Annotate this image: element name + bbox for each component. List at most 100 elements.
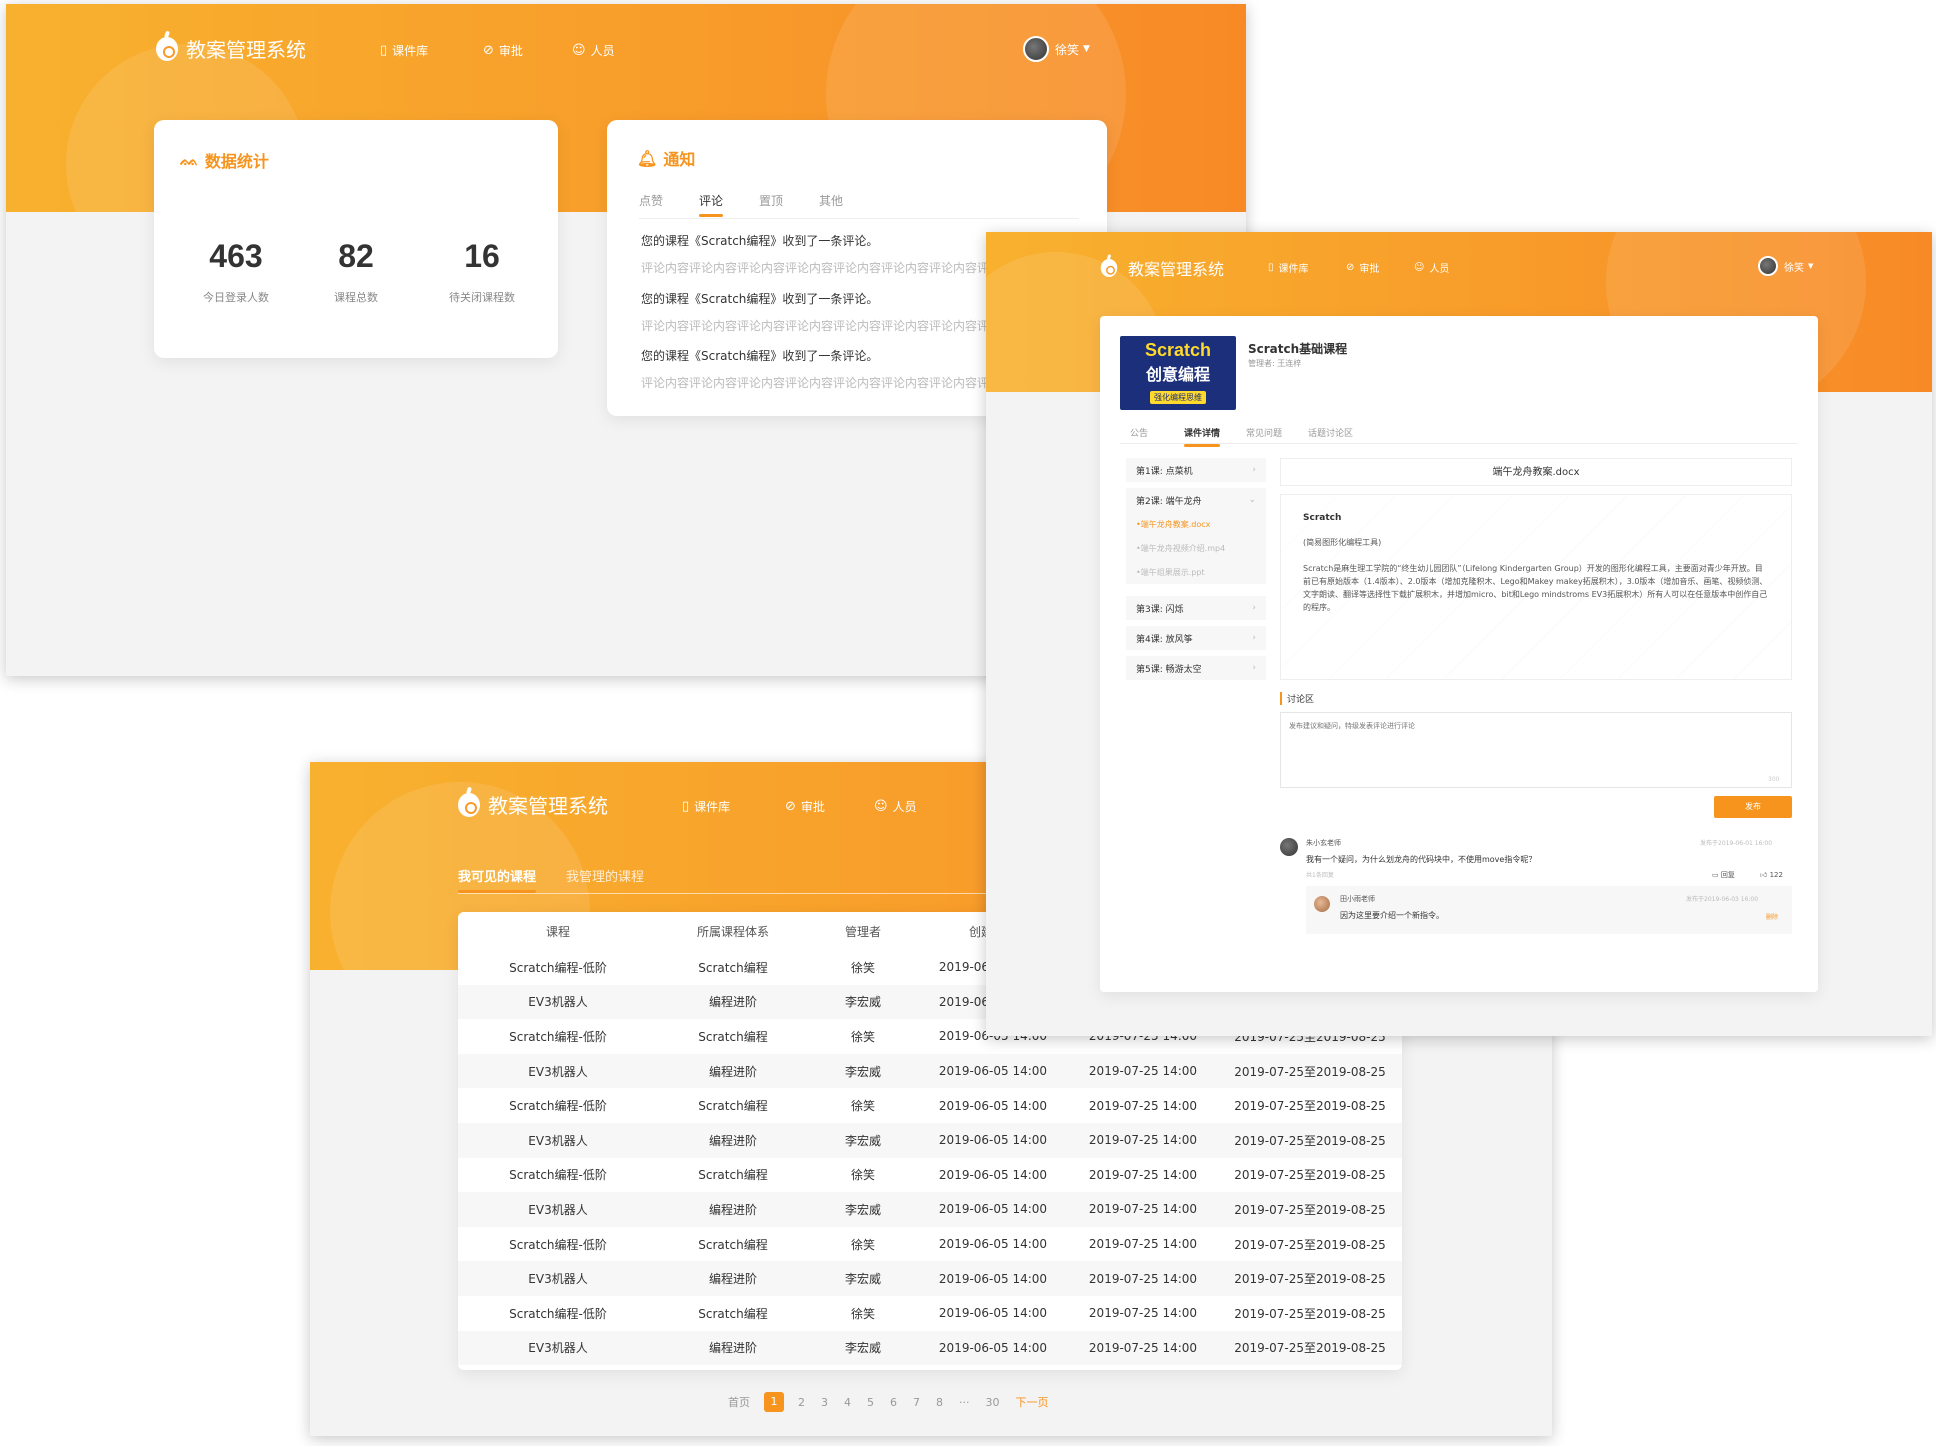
table-row[interactable]: EV3机器人编程进阶李宏威2019-06-05 14:002019-07-25 … (458, 1053, 1402, 1089)
nav-approval[interactable]: ⊘ 审批 (785, 798, 825, 815)
user-menu[interactable]: 徐笑 ▼ (1758, 256, 1813, 276)
page-first[interactable]: 首页 (728, 1394, 750, 1410)
nav-approval[interactable]: ⊘ 审批 (483, 42, 523, 59)
notice-item[interactable]: 您的课程《Scratch编程》收到了一条评论。 评论内容评论内容评论内容评论内容… (641, 290, 1001, 334)
table-cell: 编程进阶 (658, 1330, 808, 1366)
page-2[interactable]: 2 (798, 1396, 805, 1409)
table-row[interactable]: Scratch编程-低阶 Scratch编程 徐笑 2019-06-05 14:00 2… (458, 1296, 1402, 1331)
table-cell: 2019-07-25 14:00 (1068, 1053, 1218, 1089)
nav-approval[interactable]: ⊘ 审批 (1346, 260, 1379, 275)
table-row[interactable]: EV3机器人编程进阶李宏威2019-06-05 14:002019-07-25 … (458, 1330, 1402, 1366)
course-manager: 管理者: 王连梓 (1248, 359, 1302, 368)
page-4[interactable]: 4 (844, 1396, 851, 1409)
file-icon: ▯ (380, 43, 388, 58)
page-ellipsis: ··· (959, 1395, 970, 1409)
discussion-input[interactable] (1280, 712, 1792, 788)
app-title: 教案管理系统 (1128, 260, 1225, 279)
comment-expand[interactable]: 共1条回复 (1306, 870, 1334, 879)
chevron-right-icon: › (1252, 603, 1256, 613)
table-cell: 李宏威 (808, 1122, 918, 1158)
nav-people[interactable]: ☺ 人员 (572, 42, 615, 59)
lesson-item[interactable]: 第2课: 端午龙舟 ⌄ (1126, 488, 1266, 512)
lesson-file[interactable]: • 端午组果展示.ppt (1126, 560, 1266, 584)
tab-visible-courses[interactable]: 我可见的课程 (458, 866, 537, 893)
reply-box: 田小雨老师 发布于2019-06-03 16:00 因为这里要介绍一个新指令。 … (1306, 886, 1792, 934)
nav-courseware[interactable]: ▯ 课件库 (1268, 260, 1309, 275)
logo-icon (1100, 259, 1118, 277)
reply-text: 因为这里要介绍一个新指令。 (1340, 911, 1444, 920)
app-logo[interactable]: 教案管理系统 (156, 34, 306, 63)
like-button[interactable]: 👍︎ 122 (1760, 870, 1783, 879)
check-circle-icon: ⊘ (483, 43, 494, 58)
user-icon: ☺ (874, 799, 888, 814)
app-logo[interactable]: 教案管理系统 (458, 790, 608, 819)
table-cell: 李宏威 (808, 1192, 918, 1227)
page-8[interactable]: 8 (936, 1396, 943, 1409)
tab-likes[interactable]: 点赞 (639, 192, 663, 217)
table-cell: 2019-07-25至2019-08-25 (1234, 1168, 1386, 1183)
table-cell: Scratch编程-低阶 (509, 1029, 607, 1044)
nav-courseware[interactable]: ▯ 课件库 (380, 42, 428, 59)
page-3[interactable]: 3 (821, 1396, 828, 1409)
table-cell: 2019-06-05 14:00 (938, 1237, 1048, 1252)
avatar (1023, 36, 1049, 62)
table-cell: Scratch编程-低阶 (509, 1168, 607, 1183)
lesson-item[interactable]: 第5课: 畅游太空 › (1126, 656, 1266, 680)
nav-people[interactable]: ☺ 人员 (1414, 260, 1449, 275)
lesson-item[interactable]: 第4课: 放风筝 › (1126, 626, 1266, 650)
table-cell: Scratch编程 (698, 1099, 768, 1114)
table-row[interactable]: EV3机器人编程进阶李宏威2019-06-05 14:002019-07-25 … (458, 1261, 1402, 1296)
page-5[interactable]: 5 (867, 1396, 874, 1409)
table-cell: 2019-07-25至2019-08-25 (1218, 1330, 1402, 1366)
stat-pending-close: 16 待关闭课程数 (449, 238, 515, 304)
table-row[interactable]: Scratch编程-低阶 Scratch编程 徐笑 2019-06-05 14:00 2… (458, 1088, 1402, 1123)
table-cell: 2019-07-25 14:00 (1088, 1237, 1198, 1252)
tab-comments[interactable]: 评论 (699, 192, 724, 217)
delete-link[interactable]: 删除 (1766, 912, 1778, 921)
logo-icon (458, 792, 480, 817)
tab-other[interactable]: 其他 (819, 192, 843, 217)
lesson-item[interactable]: 第3课: 闪烁 › (1126, 596, 1266, 620)
table-cell: 2019-06-05 14:00 (918, 1330, 1068, 1366)
reply-link[interactable]: ▭ 回复 (1712, 870, 1735, 880)
comment-user: 朱小玄老师 (1306, 839, 1341, 847)
stats-title: ᨐ 数据统计 (180, 150, 269, 171)
table-cell: Scratch编程-低阶 (509, 1306, 607, 1321)
table-cell: 徐笑 (850, 1237, 875, 1252)
tab-pinned[interactable]: 置顶 (759, 192, 783, 217)
tab-managed-courses[interactable]: 我管理的课程 (566, 866, 644, 893)
table-row[interactable]: EV3机器人编程进阶李宏威2019-06-05 14:002019-07-25 … (458, 1122, 1402, 1158)
nav-people[interactable]: ☺ 人员 (874, 798, 917, 815)
table-row[interactable]: EV3机器人编程进阶李宏威2019-06-05 14:002019-07-25 … (458, 1192, 1402, 1227)
app-logo[interactable]: 教案管理系统 (1098, 256, 1224, 280)
bell-icon: 🔔︎ (637, 148, 658, 168)
table-cell: Scratch编程 (698, 1237, 768, 1252)
lesson-file[interactable]: • 端午龙舟视频介绍.mp4 (1126, 536, 1266, 560)
table-cell: 2019-07-25 14:00 (1088, 1098, 1198, 1113)
lesson-item[interactable]: 第1课: 点菜机 › (1126, 458, 1266, 482)
page-30[interactable]: 30 (986, 1396, 1000, 1409)
publish-button[interactable]: 发布 (1714, 796, 1792, 818)
avatar (1758, 256, 1778, 276)
table-row[interactable]: Scratch编程-低阶 Scratch编程 徐笑 2019-06-05 14:00 2… (458, 1158, 1402, 1193)
page-6[interactable]: 6 (890, 1396, 897, 1409)
page-7[interactable]: 7 (913, 1396, 920, 1409)
table-row[interactable]: Scratch编程-低阶 Scratch编程 徐笑 2019-06-05 14:00 2… (458, 1227, 1402, 1262)
document-preview[interactable]: Scratch (简易图形化编程工具) Scratch是麻生理工学院的“终生幼儿… (1280, 494, 1792, 680)
comment-icon: ▭ (1712, 871, 1719, 879)
col-system: 所属课程体系 (658, 912, 808, 950)
table-cell: 徐笑 (850, 960, 875, 975)
chevron-right-icon: › (1252, 465, 1256, 475)
file-icon: ▯ (1268, 262, 1274, 273)
table-cell: 李宏威 (808, 1261, 918, 1296)
page-next[interactable]: 下一页 (1016, 1394, 1049, 1410)
notice-title: 🔔︎ 通知 (637, 148, 696, 170)
user-menu[interactable]: 徐笑 ▼ (1023, 36, 1090, 62)
notice-item[interactable]: 您的课程《Scratch编程》收到了一条评论。 评论内容评论内容评论内容评论内容… (641, 232, 1001, 276)
page-1[interactable]: 1 (764, 1392, 784, 1412)
col-manager: 管理者 (808, 912, 918, 950)
notice-item[interactable]: 您的课程《Scratch编程》收到了一条评论。 评论内容评论内容评论内容评论内容… (641, 347, 1001, 391)
nav-courseware[interactable]: ▯ 课件库 (682, 798, 730, 815)
lesson-file[interactable]: • 端午龙舟教案.docx (1126, 512, 1266, 536)
char-counter: 300 (1768, 776, 1780, 783)
